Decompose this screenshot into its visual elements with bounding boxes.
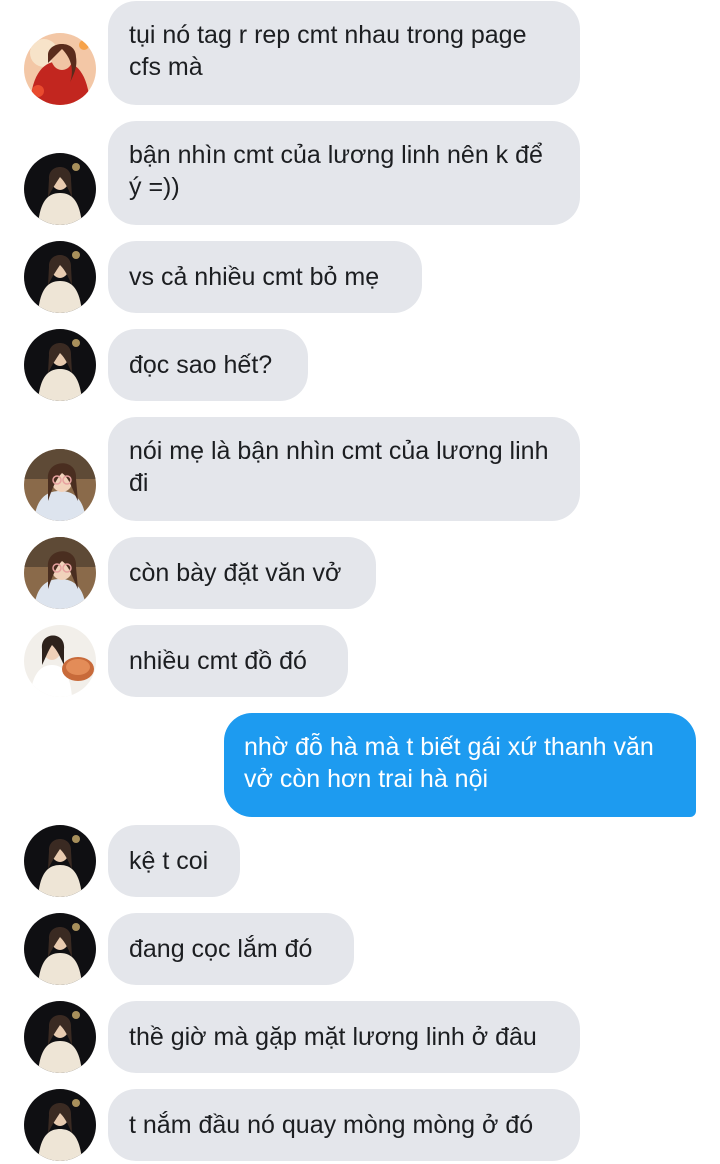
message-row: còn bày đặt văn vở: [0, 528, 720, 616]
message-row: nhiều cmt đồ đó: [0, 616, 720, 704]
avatar-dark-sweater[interactable]: [24, 329, 96, 401]
avatar-dark-sweater[interactable]: [24, 1089, 96, 1161]
avatar-food[interactable]: [24, 625, 96, 697]
avatar-glasses[interactable]: [24, 537, 96, 609]
message-bubble-incoming[interactable]: thề giờ mà gặp mặt lương linh ở đâu: [108, 1001, 580, 1073]
message-thread[interactable]: tụi nó tag r rep cmt nhau trong page cfs…: [0, 0, 720, 1164]
avatar-red-dress[interactable]: [24, 33, 96, 105]
avatar-dark-sweater[interactable]: [24, 241, 96, 313]
message-bubble-incoming[interactable]: nhiều cmt đồ đó: [108, 625, 348, 697]
message-row: đọc sao hết?: [0, 320, 720, 408]
message-bubble-incoming[interactable]: t nắm đầu nó quay mòng mòng ở đó: [108, 1089, 580, 1161]
avatar-dark-sweater[interactable]: [24, 1001, 96, 1073]
message-row: bận nhìn cmt của lương linh nên k để ý =…: [0, 112, 720, 232]
avatar-dark-sweater[interactable]: [24, 825, 96, 897]
message-row: đang cọc lắm đó: [0, 904, 720, 992]
message-bubble-incoming[interactable]: đọc sao hết?: [108, 329, 308, 401]
message-bubble-incoming[interactable]: vs cả nhiều cmt bỏ mẹ: [108, 241, 422, 313]
avatar-glasses[interactable]: [24, 449, 96, 521]
message-row: vs cả nhiều cmt bỏ mẹ: [0, 232, 720, 320]
message-row: thề giờ mà gặp mặt lương linh ở đâu: [0, 992, 720, 1080]
avatar-dark-sweater[interactable]: [24, 153, 96, 225]
message-bubble-incoming[interactable]: bận nhìn cmt của lương linh nên k để ý =…: [108, 121, 580, 225]
message-bubble-incoming[interactable]: tụi nó tag r rep cmt nhau trong page cfs…: [108, 1, 580, 105]
message-bubble-incoming[interactable]: đang cọc lắm đó: [108, 913, 354, 985]
message-bubble-outgoing[interactable]: nhờ đỗ hà mà t biết gái xứ thanh văn vở …: [224, 713, 696, 817]
message-row: t nắm đầu nó quay mòng mòng ở đó: [0, 1080, 720, 1164]
message-row: nói mẹ là bận nhìn cmt của lương linh đi: [0, 408, 720, 528]
message-row: kệ t coi: [0, 816, 720, 904]
message-bubble-incoming[interactable]: kệ t coi: [108, 825, 240, 897]
message-row: nhờ đỗ hà mà t biết gái xứ thanh văn vở …: [0, 704, 720, 824]
message-bubble-incoming[interactable]: nói mẹ là bận nhìn cmt của lương linh đi: [108, 417, 580, 521]
message-bubble-incoming[interactable]: còn bày đặt văn vở: [108, 537, 376, 609]
avatar-dark-sweater[interactable]: [24, 913, 96, 985]
message-row: tụi nó tag r rep cmt nhau trong page cfs…: [0, 0, 720, 112]
